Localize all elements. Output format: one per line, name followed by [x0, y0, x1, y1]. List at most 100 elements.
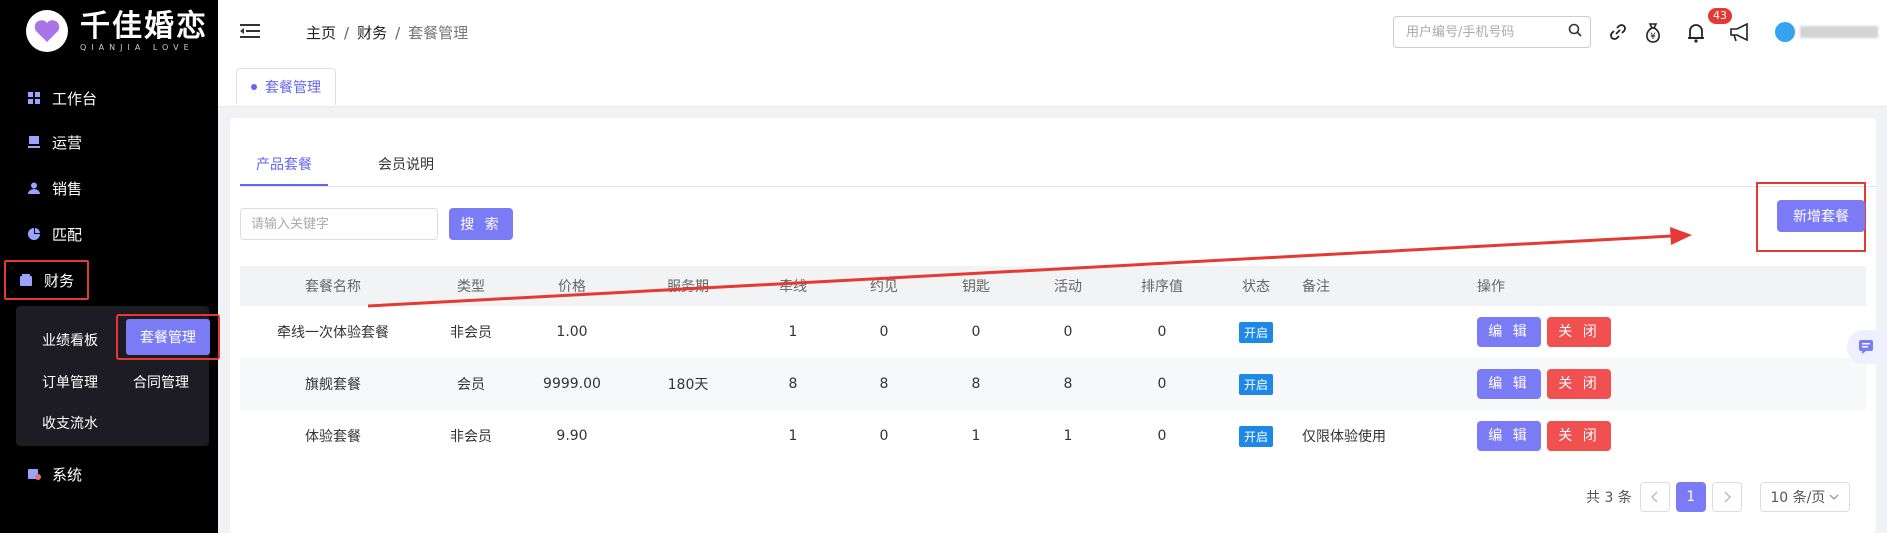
cell-type: 非会员	[450, 429, 492, 445]
table-header-row: 套餐名称 类型 价格 服务期 牵线 约见 钥匙 活动 排序值 状态 备注 操作	[240, 266, 1866, 306]
breadcrumb: 主页 / 财务 / 套餐管理	[306, 24, 469, 42]
user-search-input[interactable]	[1404, 23, 1568, 41]
cell-sort: 0	[1157, 324, 1167, 340]
cell-service-period	[628, 410, 748, 462]
pagination: 共 3 条 1 10 条/页	[1586, 481, 1850, 513]
search-icon[interactable]	[1568, 23, 1582, 41]
user-search-box	[1393, 16, 1591, 48]
page-size-label: 10 条/页	[1770, 490, 1826, 506]
tag-package-management[interactable]: 套餐管理	[236, 68, 336, 105]
logo[interactable]: 千佳婚恋 QIANJIA LOVE	[26, 10, 208, 52]
money-bag-icon[interactable]: ¥	[1643, 22, 1663, 48]
cell-key: 8	[930, 358, 1022, 410]
submenu-orders[interactable]: 订单管理	[42, 372, 98, 392]
cell-price: 9.90	[556, 428, 588, 444]
prev-page-button[interactable]	[1639, 482, 1670, 512]
status-badge: 开启	[1238, 373, 1273, 395]
pie-chart-icon	[26, 226, 42, 242]
chat-float-icon[interactable]	[1847, 330, 1887, 364]
cell-status: 开启	[1210, 410, 1302, 462]
menu-collapse-icon[interactable]	[240, 22, 260, 44]
edit-button[interactable]: 编 辑	[1477, 369, 1541, 399]
cell-match: 1	[788, 428, 798, 444]
add-button-highlight: 新增套餐	[1756, 182, 1866, 252]
cell-meeting: 0	[879, 428, 889, 444]
top-bar: 主页/财务/套餐管理 ¥ 43	[218, 0, 1887, 65]
dashboard-icon	[26, 90, 42, 106]
sidebar-item-label: 工作台	[52, 89, 98, 108]
sidebar-item-label: 匹配	[52, 225, 83, 244]
sidebar: 千佳婚恋 QIANJIA LOVE 工作台 运营 销售 匹配 财务 业绩看板 套…	[0, 0, 220, 533]
close-button[interactable]: 关 闭	[1547, 369, 1611, 399]
cell-meeting: 8	[838, 358, 930, 410]
edit-button[interactable]: 编 辑	[1477, 421, 1541, 451]
sidebar-item-operations[interactable]: 运营	[0, 122, 218, 162]
sidebar-item-finance[interactable]: 财务	[4, 260, 89, 300]
cell-type: 会员	[426, 358, 516, 410]
cell-price: 9999.00	[516, 358, 628, 410]
cell-name: 体验套餐	[305, 429, 361, 445]
cell-sort: 0	[1157, 428, 1167, 444]
cell-sort: 0	[1114, 358, 1210, 410]
username-redacted[interactable]	[1800, 26, 1878, 38]
sidebar-item-system[interactable]: 系统	[0, 454, 218, 494]
submenu-performance[interactable]: 业绩看板	[42, 330, 98, 350]
cell-match: 1	[788, 324, 798, 340]
status-badge: 开启	[1238, 321, 1273, 343]
sidebar-item-sales[interactable]: 销售	[0, 168, 218, 208]
pagination-total: 共 3 条	[1586, 490, 1632, 506]
monitor-icon	[26, 134, 42, 150]
sidebar-item-label: 财务	[44, 271, 75, 290]
sidebar-item-label: 销售	[52, 179, 83, 198]
close-button[interactable]: 关 闭	[1547, 317, 1611, 347]
column-header: 牵线	[748, 266, 838, 306]
column-header: 类型	[426, 266, 516, 306]
page-number-current[interactable]: 1	[1675, 482, 1706, 512]
cell-activity: 1	[1063, 428, 1073, 444]
cell-activity: 8	[1022, 358, 1114, 410]
cell-key: 0	[971, 324, 981, 340]
cell-name: 牵线一次体验套餐	[277, 325, 389, 341]
package-table: 套餐名称 类型 价格 服务期 牵线 约见 钥匙 活动 排序值 状态 备注 操作 …	[240, 266, 1866, 462]
cell-activity: 0	[1063, 324, 1073, 340]
submenu-cashflow[interactable]: 收支流水	[42, 413, 98, 433]
logo-subtitle: QIANJIA LOVE	[80, 42, 194, 52]
submenu-package-management[interactable]: 套餐管理	[116, 314, 220, 360]
submenu-contracts[interactable]: 合同管理	[133, 372, 189, 392]
cell-remark	[1302, 306, 1452, 358]
heart-logo-icon	[26, 10, 68, 52]
page-size-select[interactable]: 10 条/页	[1759, 482, 1850, 512]
content-card: 产品套餐 会员说明 搜 索 新增套餐 套餐名称 类型 价格 服务期 牵线 约见 …	[230, 118, 1876, 533]
tab-product-packages[interactable]: 产品套餐	[240, 154, 328, 186]
megaphone-icon[interactable]	[1729, 22, 1753, 46]
tag-label: 套餐管理	[265, 80, 321, 96]
avatar[interactable]	[1775, 22, 1795, 42]
status-badge: 开启	[1238, 425, 1273, 447]
cell-remark	[1302, 358, 1452, 410]
cell-remark: 仅限体验使用	[1302, 429, 1386, 445]
tab-member-description[interactable]: 会员说明	[378, 154, 434, 184]
tags-bar: 套餐管理	[218, 64, 1887, 107]
keyword-input[interactable]	[240, 208, 438, 240]
next-page-button[interactable]	[1711, 482, 1742, 512]
sidebar-item-match[interactable]: 匹配	[0, 214, 218, 254]
bell-icon[interactable]	[1686, 22, 1706, 48]
submenu-label: 套餐管理	[126, 319, 210, 355]
link-icon[interactable]	[1608, 22, 1628, 46]
breadcrumb-home[interactable]: 主页	[306, 24, 336, 42]
cell-actions: 编 辑关 闭	[1452, 306, 1866, 358]
add-package-button[interactable]: 新增套餐	[1777, 200, 1865, 232]
breadcrumb-finance[interactable]: 财务	[357, 24, 387, 42]
cell-service-period: 180天	[628, 358, 748, 410]
column-header: 备注	[1302, 266, 1452, 306]
cell-status: 开启	[1210, 306, 1302, 358]
column-header: 状态	[1210, 266, 1302, 306]
chevron-down-icon	[1829, 494, 1839, 500]
sidebar-item-label: 运营	[52, 133, 83, 152]
active-dot-icon	[251, 84, 257, 90]
sidebar-item-dashboard[interactable]: 工作台	[0, 78, 218, 118]
edit-button[interactable]: 编 辑	[1477, 317, 1541, 347]
close-button[interactable]: 关 闭	[1547, 421, 1611, 451]
search-button[interactable]: 搜 索	[449, 208, 513, 240]
cell-key: 1	[971, 428, 981, 444]
